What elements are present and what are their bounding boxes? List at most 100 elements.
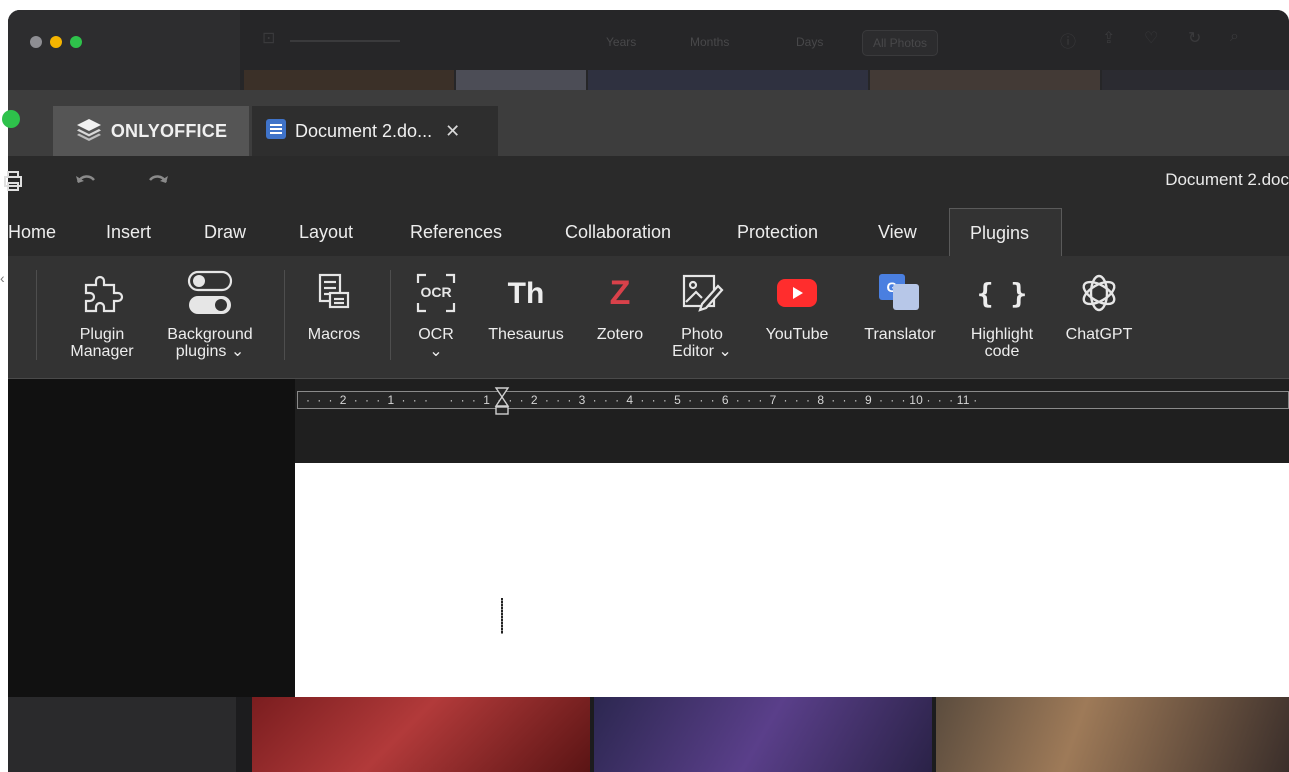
window-close-button[interactable] <box>30 36 42 48</box>
chatgpt-label: ChatGPT <box>1065 326 1133 343</box>
thesaurus-icon: Th <box>508 268 545 318</box>
left-panel <box>8 379 295 697</box>
translator-label: Translator <box>864 326 936 343</box>
thesaurus-icon-glyph: Th <box>507 276 545 310</box>
zotero-icon: Z <box>610 268 631 318</box>
chatgpt-button[interactable]: ChatGPT <box>1054 268 1144 343</box>
highlight-code-label-2: code <box>984 343 1020 360</box>
tab-draw[interactable]: Draw <box>204 222 246 243</box>
toolbar-separator <box>390 270 391 360</box>
highlight-code-button[interactable]: { } Highlight code <box>958 268 1046 360</box>
macros-button[interactable]: Macros <box>296 268 372 343</box>
onlyoffice-window: ONLYOFFICE Document 2.do... ✕ Document 2… <box>0 90 1289 697</box>
plugin-manager-label-1: Plugin <box>79 326 125 343</box>
tab-layout[interactable]: Layout <box>299 222 353 243</box>
ruler-labels: · · · 2 · · · 1 · · · · · · 1 · · · 2 · … <box>306 393 978 407</box>
horizontal-ruler[interactable]: · · · 2 · · · 1 · · · · · · 1 · · · 2 · … <box>297 387 1289 415</box>
youtube-button[interactable]: YouTube <box>752 268 842 343</box>
translator-button[interactable]: G Translator <box>852 268 948 343</box>
photo-editor-label-2: Editor ⌄ <box>672 343 732 360</box>
chatgpt-icon <box>1078 268 1120 318</box>
heart-icon[interactable]: ♡ <box>1144 28 1158 48</box>
document-page[interactable] <box>295 463 1289 697</box>
window-minimize-button[interactable] <box>50 36 62 48</box>
ocr-button[interactable]: OCR OCR ⌄ <box>406 268 466 360</box>
thesaurus-button[interactable]: Th Thesaurus <box>474 268 578 343</box>
share-icon[interactable]: ⇪ <box>1102 28 1115 48</box>
rotate-icon[interactable]: ↻ <box>1188 28 1201 48</box>
tab-label: Document 2.do... <box>295 120 433 141</box>
onlyoffice-logo-icon <box>75 117 103 146</box>
photo-thumbnail[interactable] <box>456 70 586 90</box>
aspect-ratio-icon[interactable]: ⊡ <box>262 28 275 48</box>
tab-collaboration[interactable]: Collaboration <box>565 222 671 243</box>
info-icon[interactable]: ⓘ <box>1060 28 1076 52</box>
print-icon[interactable] <box>4 170 24 197</box>
photo-editor-icon <box>680 268 724 318</box>
redo-icon[interactable] <box>146 172 170 193</box>
photo-thumbnail[interactable] <box>588 70 868 90</box>
tab-insert[interactable]: Insert <box>106 222 151 243</box>
undo-icon[interactable] <box>74 172 98 193</box>
tab-references[interactable]: References <box>410 222 502 243</box>
youtube-label: YouTube <box>765 326 829 343</box>
background-plugins-button[interactable]: Background plugins ⌄ <box>148 268 272 360</box>
background-plugins-label-1: Background <box>167 326 253 343</box>
zotero-icon-glyph: Z <box>609 273 631 312</box>
toggle-icon <box>185 268 235 318</box>
photo-thumbnail[interactable] <box>870 70 1100 90</box>
tab-plugins[interactable]: Plugins <box>949 208 1062 260</box>
translator-icon: G <box>879 268 921 318</box>
tab-bar: ONLYOFFICE Document 2.do... ✕ <box>2 90 1289 156</box>
ocr-dropdown-caret: ⌄ <box>429 343 443 360</box>
tab-document[interactable]: Document 2.do... ✕ <box>252 106 498 156</box>
plugins-toolbar: ‹ Plugin Manager Background plugins ⌄ Ma… <box>0 256 1289 379</box>
braces-icon-glyph: { } <box>976 276 1028 310</box>
tab-label: ONLYOFFICE <box>110 120 228 141</box>
plugin-manager-button[interactable]: Plugin Manager <box>52 268 152 360</box>
photo-editor-label-1: Photo <box>681 326 723 343</box>
background-plugins-label-2: plugins ⌄ <box>175 343 245 360</box>
ocr-label: OCR <box>418 326 454 343</box>
tab-months[interactable]: Months <box>680 30 739 54</box>
tab-onlyoffice-home[interactable]: ONLYOFFICE <box>53 106 249 156</box>
window-zoom-button[interactable] <box>2 110 20 128</box>
text-cursor <box>501 598 503 634</box>
search-icon[interactable]: ⌕ <box>1230 28 1239 46</box>
ribbon-tabs: Home Insert Draw Layout References Colla… <box>8 208 1289 256</box>
document-title: Document 2.doc <box>1165 170 1289 189</box>
photos-sidebar-bottom <box>8 697 236 772</box>
photo-thumbnail[interactable] <box>244 70 454 90</box>
tab-protection[interactable]: Protection <box>737 222 818 243</box>
toolbar-separator <box>36 270 37 360</box>
macros-label: Macros <box>307 326 361 343</box>
zotero-button[interactable]: Z Zotero <box>584 268 656 344</box>
ruler-area: · · · 2 · · · 1 · · · · · · 1 · · · 2 · … <box>295 379 1289 463</box>
close-icon[interactable]: ✕ <box>445 121 460 142</box>
indent-marker-icon[interactable] <box>494 387 510 420</box>
photos-sidebar-header <box>8 10 240 90</box>
tab-days[interactable]: Days <box>786 30 833 54</box>
macros-icon <box>314 268 354 318</box>
braces-icon: { } <box>977 268 1028 318</box>
photo-editor-button[interactable]: Photo Editor ⌄ <box>664 268 740 360</box>
photo-thumbnail[interactable] <box>1102 70 1289 90</box>
tab-home[interactable]: Home <box>8 222 56 243</box>
photo-thumbnail[interactable] <box>594 697 932 772</box>
window-zoom-button[interactable] <box>70 36 82 48</box>
highlight-code-label-1: Highlight <box>970 326 1034 343</box>
toolbar-separator <box>284 270 285 360</box>
ocr-icon: OCR <box>416 268 456 318</box>
tab-all-photos[interactable]: All Photos <box>862 30 939 56</box>
tab-years[interactable]: Years <box>596 30 646 54</box>
photo-thumbnail[interactable] <box>936 697 1289 772</box>
photo-thumbnail[interactable] <box>252 697 590 772</box>
tab-view[interactable]: View <box>878 222 917 243</box>
quick-access-toolbar: Document 2.doc <box>4 156 1289 208</box>
puzzle-icon <box>80 268 124 318</box>
zoom-slider[interactable] <box>290 40 400 42</box>
toolbar-scroll-left[interactable]: ‹ <box>0 270 8 360</box>
thesaurus-label: Thesaurus <box>488 326 564 343</box>
zotero-label: Zotero <box>596 326 644 343</box>
plugin-manager-label-2: Manager <box>70 343 134 360</box>
